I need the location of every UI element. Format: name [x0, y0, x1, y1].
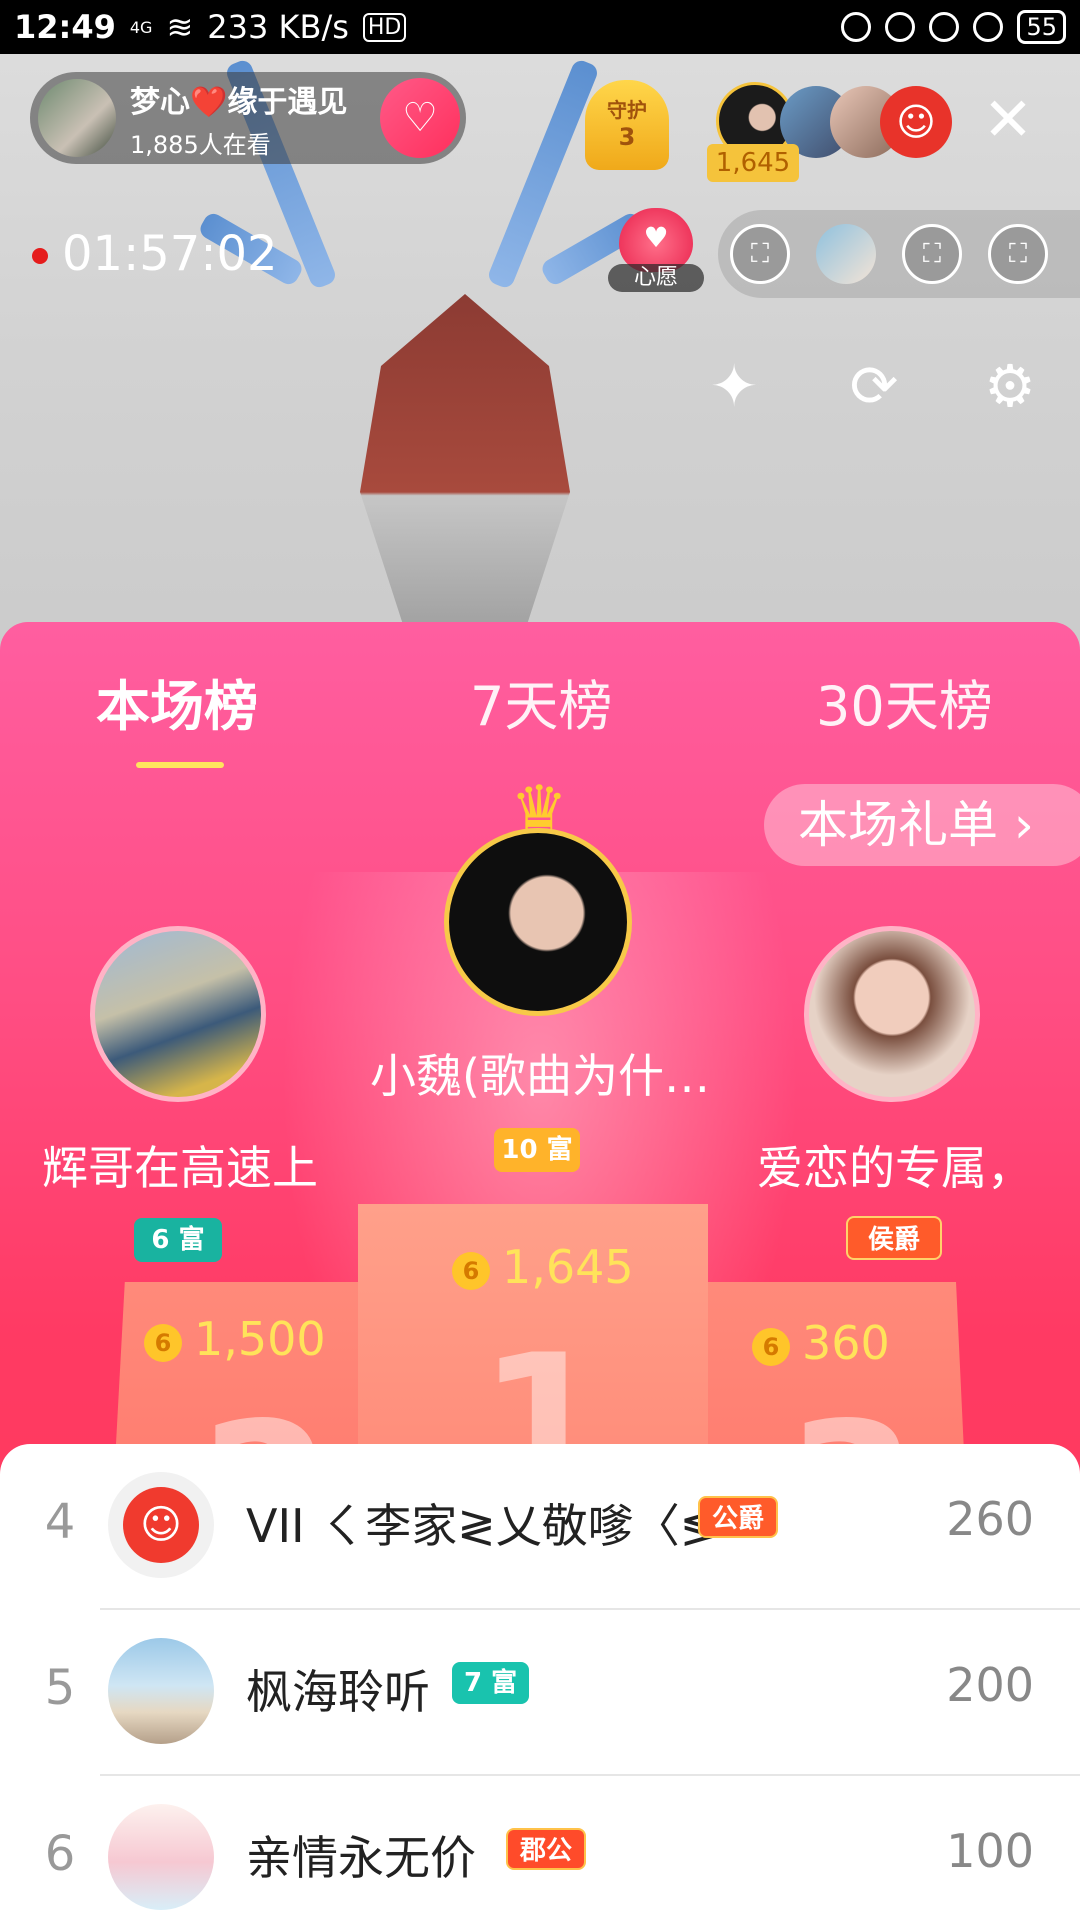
deer-head-decoration [360, 294, 570, 654]
seat-occupied-avatar[interactable] [816, 224, 876, 284]
sofa-icon[interactable]: ⛶ [902, 224, 962, 284]
seat-bar: ⛶ ⛶ ⛶ [718, 210, 1080, 298]
rank3-score-value: 360 [802, 1316, 890, 1370]
wealth-badge: 10 富 [494, 1128, 580, 1172]
rank2-avatar[interactable] [90, 926, 266, 1102]
heart-plus-icon: ♡ [402, 95, 438, 141]
wifi-icon: ≋ [166, 8, 194, 46]
default-avatar-icon: ☺ [123, 1487, 199, 1563]
camera-switch-icon[interactable]: ⟳ [834, 346, 914, 426]
row-avatar[interactable]: ☺ [108, 1472, 214, 1578]
row-score: 260 [946, 1492, 1034, 1546]
rank1-avatar[interactable] [444, 828, 632, 1016]
live-indicator [32, 248, 48, 264]
live-timer: 01:57:02 [62, 226, 278, 282]
noble-badge: 侯爵 [846, 1216, 942, 1260]
host-avatar[interactable] [38, 79, 116, 157]
sofa-icon[interactable]: ⛶ [988, 224, 1048, 284]
row-name: 亲情永无价 [246, 1831, 476, 1885]
row-rank: 5 [44, 1660, 76, 1716]
wish-heart-icon: ♥ [619, 208, 693, 272]
battery-icon: 55 [1017, 10, 1066, 44]
rank3-name: 爱恋的专属， [757, 1141, 1033, 1195]
list-item[interactable]: 5 枫海聆听 7 富 200 [0, 1610, 1080, 1774]
gift-list-button[interactable]: 本场礼单 › [764, 784, 1080, 866]
coin-icon: 6 [752, 1327, 790, 1366]
viewer-count: 1,885人在看 [130, 130, 271, 159]
row-rank: 6 [44, 1826, 76, 1882]
top-viewer-score: 1,645 [707, 144, 799, 182]
network-icon: 4G [129, 17, 153, 37]
rank2-name: 辉哥在高速上 [42, 1141, 318, 1195]
gear-icon[interactable]: ⚙ [970, 346, 1050, 426]
wish-label: 心愿 [608, 264, 704, 292]
tab-30-days[interactable]: 30天榜 [816, 662, 993, 741]
rank3-score: 6 360 [752, 1316, 890, 1370]
host-info[interactable]: 梦心❤️缘于遇见 1,885人在看 ♡ [30, 72, 466, 164]
row-score: 200 [946, 1658, 1034, 1712]
hd-icon: HD [362, 12, 407, 42]
coin-icon: 6 [144, 1323, 182, 1362]
list-item[interactable]: 4 ☺ VII ㄑ李家≷乂敬嗲〈≶ 公爵 260 [0, 1444, 1080, 1608]
rank2-score-value: 1,500 [194, 1312, 326, 1366]
row-score: 100 [946, 1824, 1034, 1878]
wealth-badge: 6 富 [134, 1218, 222, 1262]
guard-count: 3 [618, 123, 636, 151]
guard-label: 守护 [607, 98, 647, 122]
rank1-name: 小魏(歌曲为什… [370, 1049, 710, 1103]
row-avatar[interactable] [108, 1638, 214, 1744]
mute-icon [841, 12, 872, 42]
tab-underline [136, 762, 224, 768]
guard-badge[interactable]: 守护 3 [585, 80, 669, 170]
wealth-badge: 7 富 [452, 1662, 530, 1704]
magic-wand-icon[interactable]: ✦ [694, 346, 774, 426]
wish-button[interactable]: ♥ 心愿 [606, 208, 706, 300]
row-name: VII ㄑ李家≷乂敬嗲〈≶ [246, 1499, 719, 1553]
list-item[interactable]: 6 亲情永无价 郡公 100 [0, 1776, 1080, 1920]
close-icon[interactable]: ✕ [980, 90, 1036, 150]
headphone-icon [973, 12, 1004, 42]
host-name: 梦心❤️缘于遇见 [130, 84, 348, 120]
row-name: 枫海聆听 [246, 1665, 430, 1719]
follow-button[interactable]: ♡ [380, 78, 460, 158]
alarm-icon [929, 12, 960, 42]
sofa-icon[interactable]: ⛶ [730, 224, 790, 284]
noble-badge: 郡公 [506, 1828, 587, 1870]
rank3-avatar[interactable] [804, 926, 980, 1102]
ranking-list: 4 ☺ VII ㄑ李家≷乂敬嗲〈≶ 公爵 260 5 枫海聆听 7 富 200 … [0, 1444, 1080, 1920]
status-bar: 12:49 4G ≋ 233 KB/s HD 55 [0, 0, 1080, 54]
status-time: 12:49 [14, 8, 116, 46]
tab-7-days[interactable]: 7天榜 [470, 662, 612, 741]
rank2-score: 6 1,500 [144, 1312, 326, 1366]
coin-icon: 6 [452, 1251, 490, 1290]
row-rank: 4 [44, 1494, 76, 1550]
ranking-tabs: 本场榜 7天榜 30天榜 [0, 652, 1080, 768]
lock-icon [885, 12, 916, 42]
tab-current-session[interactable]: 本场榜 [96, 662, 258, 741]
network-speed: 233 KB/s [207, 8, 349, 46]
viewer-avatar[interactable]: ☺ [880, 86, 952, 158]
rank1-score-value: 1,645 [502, 1240, 634, 1294]
noble-badge: 公爵 [698, 1496, 779, 1538]
rank1-score: 6 1,645 [452, 1240, 634, 1294]
row-avatar[interactable] [108, 1804, 214, 1910]
